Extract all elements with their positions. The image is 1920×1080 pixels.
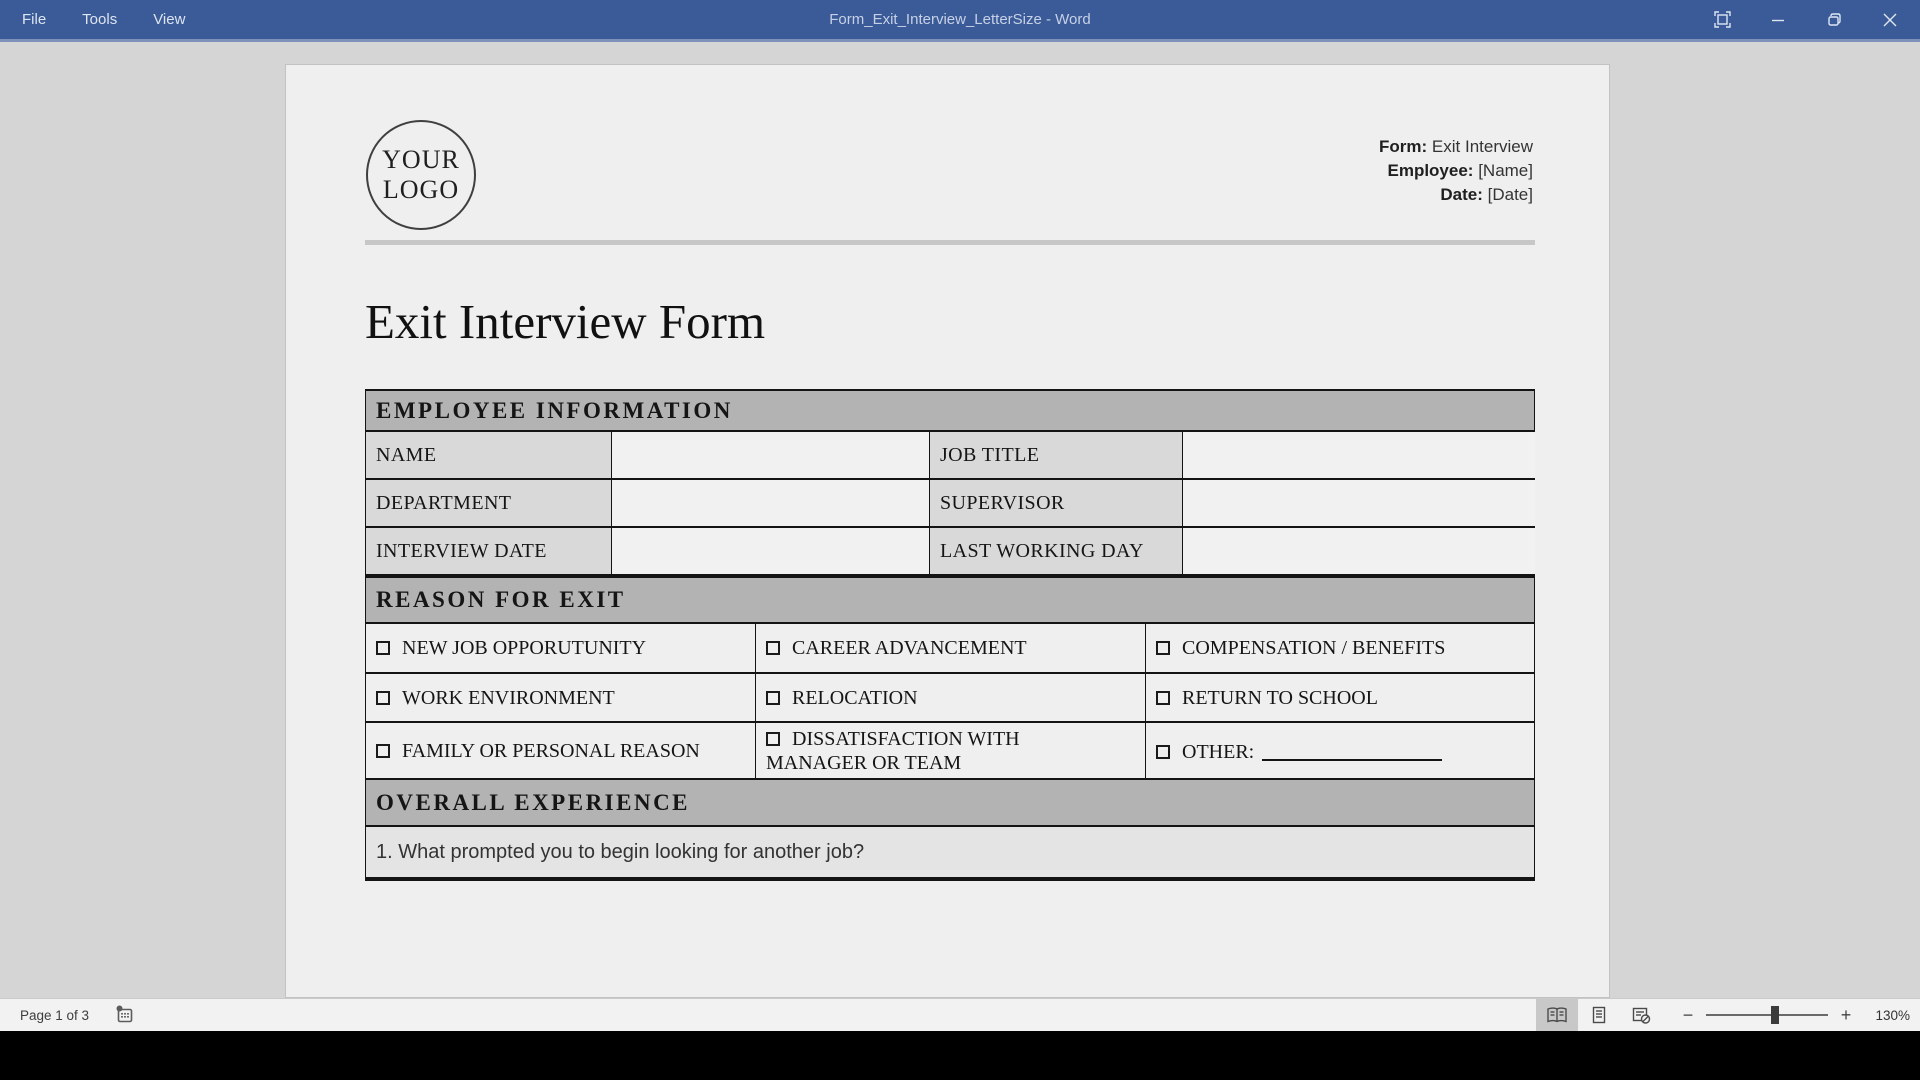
reason-option-family-personal: FAMILY OR PERSONAL REASON xyxy=(366,723,756,780)
header-form-field: Form: Exit Interview xyxy=(1379,135,1533,159)
checkbox-icon[interactable] xyxy=(766,732,780,746)
reason-option-label: CAREER ADVANCEMENT xyxy=(792,637,1027,659)
label-job-title: JOB TITLE xyxy=(930,432,1183,480)
checkbox-icon[interactable] xyxy=(376,744,390,758)
reason-option-label: COMPENSATION / BENEFITS xyxy=(1182,637,1445,659)
menu-item-view[interactable]: View xyxy=(153,11,185,28)
checkbox-icon[interactable] xyxy=(1156,641,1170,655)
header-date-value: [Date] xyxy=(1483,185,1533,204)
close-icon[interactable] xyxy=(1862,0,1918,39)
reason-option-label: RETURN TO SCHOOL xyxy=(1182,687,1378,709)
read-mode-button[interactable] xyxy=(1536,999,1578,1031)
document-page: YOUR LOGO Form: Exit Interview Employee:… xyxy=(285,64,1610,998)
checkbox-icon[interactable] xyxy=(766,691,780,705)
label-department: DEPARTMENT xyxy=(366,480,612,528)
zoom-slider[interactable] xyxy=(1706,1005,1828,1025)
label-last-working-day: LAST WORKING DAY xyxy=(930,528,1183,576)
print-layout-button[interactable] xyxy=(1578,999,1620,1031)
menu-bar: File Tools View xyxy=(0,11,185,28)
employee-info-grid: NAME JOB TITLE DEPARTMENT SUPERVISOR INT… xyxy=(366,432,1534,576)
header-date-label: Date: xyxy=(1440,185,1483,204)
section-header-overall-experience: OVERALL EXPERIENCE xyxy=(366,780,1534,827)
header-employee-field: Employee: [Name] xyxy=(1379,159,1533,183)
checkbox-icon[interactable] xyxy=(376,641,390,655)
input-cell-last-working-day[interactable] xyxy=(1183,528,1535,576)
zoom-level[interactable]: 130% xyxy=(1858,1008,1910,1023)
screen-bottom-black-strip xyxy=(0,1031,1920,1080)
reason-option-label: DISSATISFACTION WITH MANAGER OR TEAM xyxy=(766,728,1020,774)
zoom-in-button[interactable]: + xyxy=(1834,1005,1858,1026)
section-header-reason-for-exit: REASON FOR EXIT xyxy=(366,576,1534,624)
zoom-out-button[interactable]: − xyxy=(1676,1005,1700,1026)
reason-option-career-advancement: CAREER ADVANCEMENT xyxy=(756,624,1146,674)
logo-text-line1: YOUR xyxy=(382,145,460,175)
statusbar: Page 1 of 3 xyxy=(0,998,1920,1031)
label-name: NAME xyxy=(366,432,612,480)
page-nav-icon[interactable] xyxy=(115,1005,134,1026)
header-divider xyxy=(365,240,1535,245)
zoom-controls: − + 130% xyxy=(1676,1005,1910,1026)
reason-option-label: RELOCATION xyxy=(792,687,918,709)
exit-interview-form-table: EMPLOYEE INFORMATION NAME JOB TITLE DEPA… xyxy=(365,389,1535,881)
checkbox-icon[interactable] xyxy=(1156,691,1170,705)
document-header-info: Form: Exit Interview Employee: [Name] Da… xyxy=(1379,135,1533,207)
reason-option-dissatisfaction: DISSATISFACTION WITH MANAGER OR TEAM xyxy=(756,723,1146,780)
menu-item-tools[interactable]: Tools xyxy=(82,11,117,28)
section-header-employee-information: EMPLOYEE INFORMATION xyxy=(366,389,1534,432)
reason-option-label: FAMILY OR PERSONAL REASON xyxy=(402,740,700,762)
question-row-1: 1. What prompted you to begin looking fo… xyxy=(366,827,1534,881)
header-employee-value: [Name] xyxy=(1473,161,1533,180)
checkbox-icon[interactable] xyxy=(1156,745,1170,759)
menu-item-file[interactable]: File xyxy=(22,11,46,28)
checkbox-icon[interactable] xyxy=(376,691,390,705)
reason-option-work-environment: WORK ENVIRONMENT xyxy=(366,674,756,723)
input-cell-name[interactable] xyxy=(612,432,930,480)
company-logo: YOUR LOGO xyxy=(366,120,476,230)
header-form-value: Exit Interview xyxy=(1427,137,1533,156)
label-supervisor: SUPERVISOR xyxy=(930,480,1183,528)
page-title: Exit Interview Form xyxy=(365,293,765,351)
reason-for-exit-grid: NEW JOB OPPORUTUNITY CAREER ADVANCEMENT … xyxy=(366,624,1534,780)
input-cell-department[interactable] xyxy=(612,480,930,528)
input-cell-supervisor[interactable] xyxy=(1183,480,1535,528)
word-window: File Tools View Form_Exit_Interview_Lett… xyxy=(0,0,1920,1080)
reason-option-new-job: NEW JOB OPPORUTUNITY xyxy=(366,624,756,674)
document-area: YOUR LOGO Form: Exit Interview Employee:… xyxy=(0,42,1920,998)
checkbox-icon[interactable] xyxy=(766,641,780,655)
input-cell-job-title[interactable] xyxy=(1183,432,1535,480)
reason-option-label: OTHER: xyxy=(1182,741,1254,763)
reason-option-other: OTHER: xyxy=(1146,723,1534,780)
input-cell-interview-date[interactable] xyxy=(612,528,930,576)
minimize-icon[interactable] xyxy=(1750,0,1806,39)
page-indicator[interactable]: Page 1 of 3 xyxy=(20,1008,89,1023)
reason-option-relocation: RELOCATION xyxy=(756,674,1146,723)
window-title: Form_Exit_Interview_LetterSize - Word xyxy=(0,11,1920,28)
label-interview-date: INTERVIEW DATE xyxy=(366,528,612,576)
fit-window-icon[interactable] xyxy=(1694,0,1750,39)
header-employee-label: Employee: xyxy=(1387,161,1473,180)
reason-option-label: NEW JOB OPPORUTUNITY xyxy=(402,637,646,659)
web-layout-button[interactable] xyxy=(1620,999,1662,1031)
header-form-label: Form: xyxy=(1379,137,1427,156)
reason-option-return-to-school: RETURN TO SCHOOL xyxy=(1146,674,1534,723)
zoom-slider-thumb[interactable] xyxy=(1771,1006,1779,1024)
zoom-slider-track xyxy=(1706,1014,1828,1016)
other-blank-line[interactable] xyxy=(1262,741,1442,761)
logo-text-line2: LOGO xyxy=(383,175,459,205)
header-date-field: Date: [Date] xyxy=(1379,183,1533,207)
restore-icon[interactable] xyxy=(1806,0,1862,39)
titlebar: File Tools View Form_Exit_Interview_Lett… xyxy=(0,0,1920,39)
reason-option-label: WORK ENVIRONMENT xyxy=(402,687,615,709)
reason-option-compensation: COMPENSATION / BENEFITS xyxy=(1146,624,1534,674)
window-controls xyxy=(1694,0,1918,39)
